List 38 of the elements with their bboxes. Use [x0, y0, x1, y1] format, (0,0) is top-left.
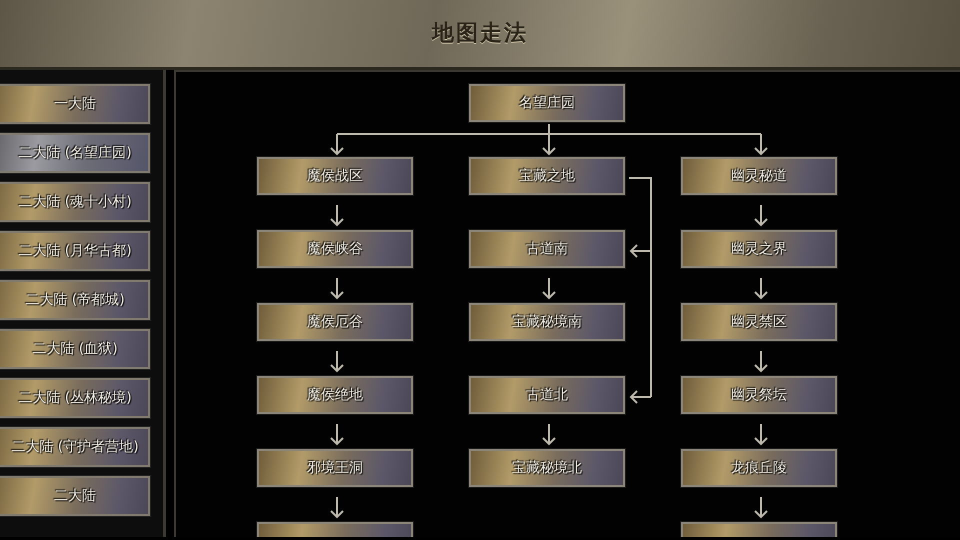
- map-node[interactable]: 魔侯峡谷: [257, 230, 413, 268]
- down-arrow: [754, 496, 768, 518]
- map-node[interactable]: 名望庄园: [469, 84, 625, 122]
- sidebar-item[interactable]: 一大陆: [0, 84, 150, 124]
- map-node[interactable]: 魔侯战区: [257, 157, 413, 195]
- sidebar-item[interactable]: 二大陆 (月华古都): [0, 231, 150, 271]
- map-node[interactable]: 古道南: [469, 230, 625, 268]
- down-arrow: [542, 423, 556, 446]
- map-node[interactable]: 邪境王洞: [257, 449, 413, 487]
- sidebar-item[interactable]: 二大陆: [0, 476, 150, 516]
- down-arrow: [330, 350, 344, 372]
- map-node[interactable]: 幽灵之界: [681, 230, 837, 268]
- down-arrow: [330, 277, 344, 300]
- down-arrow: [542, 277, 556, 300]
- down-arrow: [754, 277, 768, 300]
- map-node[interactable]: 幽灵禁区: [681, 303, 837, 341]
- down-arrow: [330, 423, 344, 446]
- sidebar-item[interactable]: 二大陆 (血狱): [0, 329, 150, 369]
- down-arrow: [754, 350, 768, 372]
- down-arrow: [330, 204, 344, 226]
- map-node[interactable]: 魔侯厄谷: [257, 303, 413, 341]
- map-node[interactable]: 幽灵祭坛: [681, 376, 837, 414]
- window-title: 地图走法: [432, 20, 528, 48]
- sidebar-item[interactable]: 二大陆 (丛林秘境): [0, 378, 150, 418]
- sidebar-item[interactable]: 二大陆 (帝都城): [0, 280, 150, 320]
- map-node[interactable]: 宝藏秘境北: [469, 449, 625, 487]
- map-node[interactable]: 魔侯绝地: [257, 376, 413, 414]
- map-node[interactable]: 宝藏之地: [469, 157, 625, 195]
- down-arrow: [754, 423, 768, 446]
- map-node[interactable]: 幽灵秘道: [681, 157, 837, 195]
- down-arrow: [754, 204, 768, 226]
- sidebar-item[interactable]: 二大陆 (名望庄园): [0, 133, 150, 173]
- sidebar-item[interactable]: 二大陆 (魂十小村): [0, 182, 150, 222]
- down-arrow: [330, 496, 344, 518]
- map-node[interactable]: 古道北: [469, 376, 625, 414]
- map-node[interactable]: 龙痕丘陵: [681, 449, 837, 487]
- sidebar-item[interactable]: 二大陆 (守护者营地): [0, 427, 150, 467]
- map-node[interactable]: 宝藏秘境南: [469, 303, 625, 341]
